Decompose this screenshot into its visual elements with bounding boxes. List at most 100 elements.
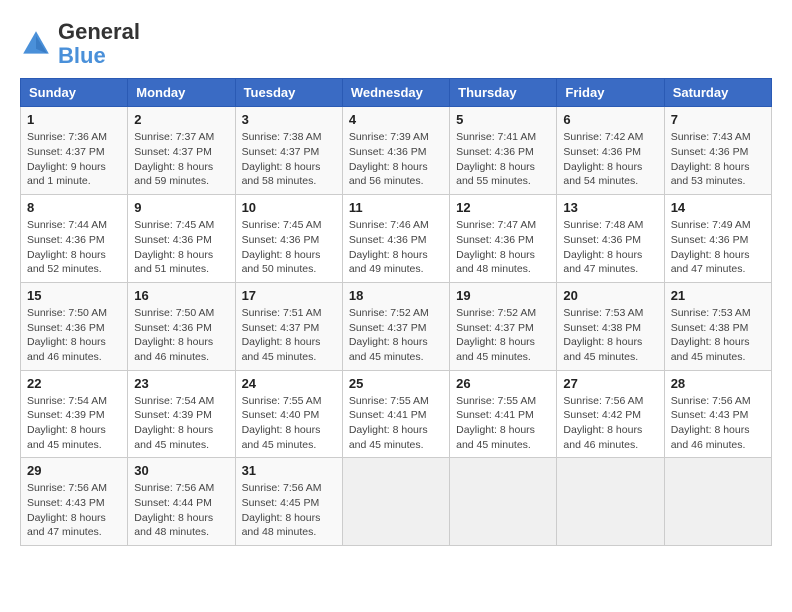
day-detail: Sunrise: 7:56 AM Sunset: 4:44 PM Dayligh… [134,481,228,540]
day-detail: Sunrise: 7:56 AM Sunset: 4:43 PM Dayligh… [27,481,121,540]
logo-text: General Blue [58,20,140,68]
calendar-cell: 28 Sunrise: 7:56 AM Sunset: 4:43 PM Dayli… [664,370,771,458]
calendar-cell: 6 Sunrise: 7:42 AM Sunset: 4:36 PM Daylig… [557,107,664,195]
day-detail: Sunrise: 7:38 AM Sunset: 4:37 PM Dayligh… [242,130,336,189]
day-detail: Sunrise: 7:39 AM Sunset: 4:36 PM Dayligh… [349,130,443,189]
calendar-cell: 26 Sunrise: 7:55 AM Sunset: 4:41 PM Dayli… [450,370,557,458]
day-number: 25 [349,376,443,391]
day-number: 9 [134,200,228,215]
day-detail: Sunrise: 7:50 AM Sunset: 4:36 PM Dayligh… [27,306,121,365]
day-detail: Sunrise: 7:47 AM Sunset: 4:36 PM Dayligh… [456,218,550,277]
day-number: 21 [671,288,765,303]
day-number: 27 [563,376,657,391]
logo: General Blue [20,20,140,68]
logo-icon [20,28,52,60]
day-detail: Sunrise: 7:54 AM Sunset: 4:39 PM Dayligh… [134,394,228,453]
day-detail: Sunrise: 7:55 AM Sunset: 4:41 PM Dayligh… [349,394,443,453]
day-detail: Sunrise: 7:42 AM Sunset: 4:36 PM Dayligh… [563,130,657,189]
day-detail: Sunrise: 7:56 AM Sunset: 4:43 PM Dayligh… [671,394,765,453]
day-detail: Sunrise: 7:53 AM Sunset: 4:38 PM Dayligh… [563,306,657,365]
calendar-cell: 7Sunrise: 7:43 AM Sunset: 4:36 PM Daylig… [664,107,771,195]
day-number: 8 [27,200,121,215]
calendar-cell: 20 Sunrise: 7:53 AM Sunset: 4:38 PM Dayli… [557,282,664,370]
calendar-cell: 8 Sunrise: 7:44 AM Sunset: 4:36 PM Daylig… [21,195,128,283]
calendar-header: SundayMondayTuesdayWednesdayThursdayFrid… [21,79,772,107]
day-detail: Sunrise: 7:52 AM Sunset: 4:37 PM Dayligh… [456,306,550,365]
calendar-cell: 22 Sunrise: 7:54 AM Sunset: 4:39 PM Dayli… [21,370,128,458]
day-number: 29 [27,463,121,478]
calendar-cell: 24 Sunrise: 7:55 AM Sunset: 4:40 PM Dayli… [235,370,342,458]
day-detail: Sunrise: 7:52 AM Sunset: 4:37 PM Dayligh… [349,306,443,365]
day-number: 31 [242,463,336,478]
day-detail: Sunrise: 7:44 AM Sunset: 4:36 PM Dayligh… [27,218,121,277]
calendar-week-4: 22 Sunrise: 7:54 AM Sunset: 4:39 PM Dayli… [21,370,772,458]
calendar-cell: 9 Sunrise: 7:45 AM Sunset: 4:36 PM Daylig… [128,195,235,283]
calendar-cell [342,458,449,546]
calendar-cell: 25 Sunrise: 7:55 AM Sunset: 4:41 PM Dayli… [342,370,449,458]
day-detail: Sunrise: 7:41 AM Sunset: 4:36 PM Dayligh… [456,130,550,189]
calendar-cell: 15 Sunrise: 7:50 AM Sunset: 4:36 PM Dayli… [21,282,128,370]
day-number: 13 [563,200,657,215]
calendar-week-3: 15 Sunrise: 7:50 AM Sunset: 4:36 PM Dayli… [21,282,772,370]
day-number: 30 [134,463,228,478]
day-number: 5 [456,112,550,127]
day-number: 22 [27,376,121,391]
day-detail: Sunrise: 7:37 AM Sunset: 4:37 PM Dayligh… [134,130,228,189]
day-number: 23 [134,376,228,391]
calendar-cell: 29 Sunrise: 7:56 AM Sunset: 4:43 PM Dayli… [21,458,128,546]
calendar-cell [450,458,557,546]
day-detail: Sunrise: 7:36 AM Sunset: 4:37 PM Dayligh… [27,130,121,189]
day-number: 18 [349,288,443,303]
day-number: 20 [563,288,657,303]
day-detail: Sunrise: 7:54 AM Sunset: 4:39 PM Dayligh… [27,394,121,453]
calendar-cell: 23 Sunrise: 7:54 AM Sunset: 4:39 PM Dayli… [128,370,235,458]
day-number: 16 [134,288,228,303]
calendar-cell: 21 Sunrise: 7:53 AM Sunset: 4:38 PM Dayli… [664,282,771,370]
day-number: 26 [456,376,550,391]
calendar-week-1: 1Sunrise: 7:36 AM Sunset: 4:37 PM Daylig… [21,107,772,195]
day-detail: Sunrise: 7:46 AM Sunset: 4:36 PM Dayligh… [349,218,443,277]
day-number: 12 [456,200,550,215]
calendar-cell: 10 Sunrise: 7:45 AM Sunset: 4:36 PM Dayli… [235,195,342,283]
day-detail: Sunrise: 7:45 AM Sunset: 4:36 PM Dayligh… [134,218,228,277]
day-number: 15 [27,288,121,303]
day-number: 10 [242,200,336,215]
calendar-cell: 11 Sunrise: 7:46 AM Sunset: 4:36 PM Dayli… [342,195,449,283]
calendar-cell: 5 Sunrise: 7:41 AM Sunset: 4:36 PM Daylig… [450,107,557,195]
weekday-header-wednesday: Wednesday [342,79,449,107]
day-detail: Sunrise: 7:49 AM Sunset: 4:36 PM Dayligh… [671,218,765,277]
day-number: 11 [349,200,443,215]
calendar-cell: 2Sunrise: 7:37 AM Sunset: 4:37 PM Daylig… [128,107,235,195]
weekday-header-saturday: Saturday [664,79,771,107]
day-detail: Sunrise: 7:51 AM Sunset: 4:37 PM Dayligh… [242,306,336,365]
calendar-cell: 3 Sunrise: 7:38 AM Sunset: 4:37 PM Daylig… [235,107,342,195]
weekday-header-sunday: Sunday [21,79,128,107]
calendar-cell: 1Sunrise: 7:36 AM Sunset: 4:37 PM Daylig… [21,107,128,195]
day-number: 4 [349,112,443,127]
day-detail: Sunrise: 7:56 AM Sunset: 4:45 PM Dayligh… [242,481,336,540]
day-number: 6 [563,112,657,127]
day-number: 24 [242,376,336,391]
day-number: 19 [456,288,550,303]
calendar-cell: 17Sunrise: 7:51 AM Sunset: 4:37 PM Dayli… [235,282,342,370]
day-number: 14 [671,200,765,215]
day-detail: Sunrise: 7:45 AM Sunset: 4:36 PM Dayligh… [242,218,336,277]
calendar-cell: 14 Sunrise: 7:49 AM Sunset: 4:36 PM Dayli… [664,195,771,283]
calendar-week-2: 8 Sunrise: 7:44 AM Sunset: 4:36 PM Daylig… [21,195,772,283]
calendar-cell [557,458,664,546]
calendar-cell [664,458,771,546]
calendar-table: SundayMondayTuesdayWednesdayThursdayFrid… [20,78,772,546]
calendar-cell: 18 Sunrise: 7:52 AM Sunset: 4:37 PM Dayli… [342,282,449,370]
calendar-cell: 27Sunrise: 7:56 AM Sunset: 4:42 PM Dayli… [557,370,664,458]
page-header: General Blue [20,20,772,68]
day-number: 3 [242,112,336,127]
calendar-week-5: 29 Sunrise: 7:56 AM Sunset: 4:43 PM Dayli… [21,458,772,546]
day-detail: Sunrise: 7:55 AM Sunset: 4:40 PM Dayligh… [242,394,336,453]
weekday-header-monday: Monday [128,79,235,107]
day-detail: Sunrise: 7:48 AM Sunset: 4:36 PM Dayligh… [563,218,657,277]
day-detail: Sunrise: 7:53 AM Sunset: 4:38 PM Dayligh… [671,306,765,365]
day-number: 28 [671,376,765,391]
day-detail: Sunrise: 7:55 AM Sunset: 4:41 PM Dayligh… [456,394,550,453]
calendar-cell: 30 Sunrise: 7:56 AM Sunset: 4:44 PM Dayli… [128,458,235,546]
calendar-cell: 13 Sunrise: 7:48 AM Sunset: 4:36 PM Dayli… [557,195,664,283]
